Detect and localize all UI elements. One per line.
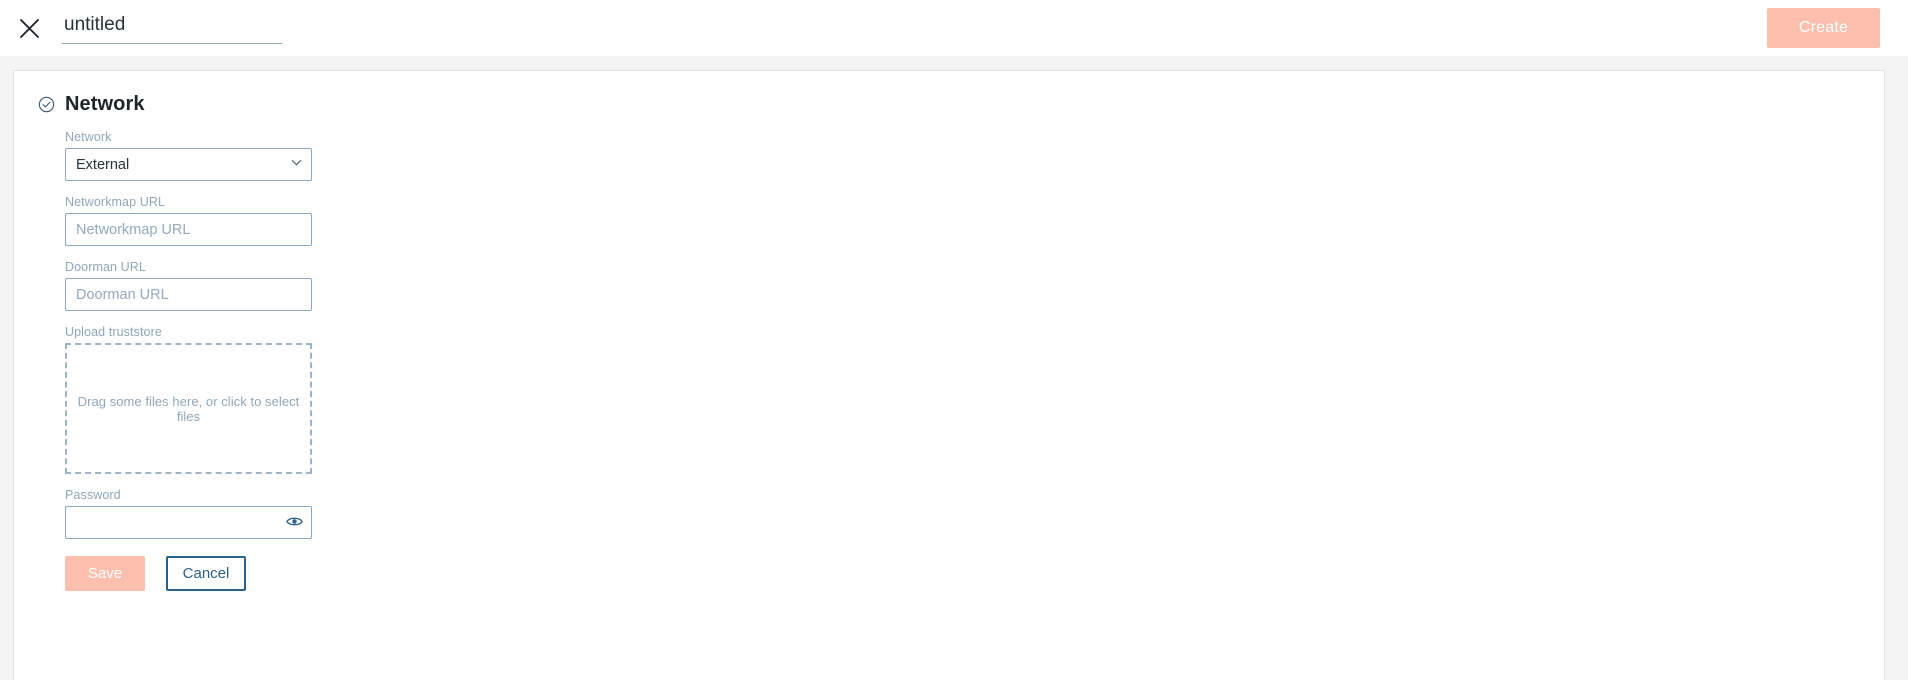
section-header: Network: [38, 93, 1858, 116]
toggle-password-visibility-button[interactable]: [286, 515, 303, 530]
network-form: Network External Networkmap URL Networkm…: [65, 130, 1858, 591]
field-password: Password: [65, 488, 1858, 539]
field-upload-truststore: Upload truststore Drag some files here, …: [65, 325, 1858, 474]
network-select[interactable]: External: [65, 148, 312, 181]
password-label: Password: [65, 488, 121, 502]
network-card: Network Network External Networkmap URL …: [13, 70, 1885, 680]
networkmap-url-label: Networkmap URL: [65, 195, 166, 209]
networkmap-url-input[interactable]: [65, 213, 312, 246]
page-title-input[interactable]: [62, 12, 282, 44]
save-button[interactable]: Save: [65, 556, 145, 591]
doorman-url-label: Doorman URL: [65, 260, 146, 274]
field-network: Network External: [65, 130, 1858, 181]
cancel-button[interactable]: Cancel: [166, 556, 246, 591]
create-button[interactable]: Create: [1767, 8, 1880, 48]
page-title: Network: [65, 93, 145, 115]
upload-truststore-label: Upload truststore: [65, 325, 162, 339]
form-actions: Save Cancel: [65, 556, 1858, 591]
truststore-dropzone[interactable]: Drag some files here, or click to select…: [65, 343, 312, 474]
check-circle-icon: [38, 96, 55, 113]
password-input[interactable]: [65, 506, 312, 539]
network-select-wrapper: External: [65, 148, 312, 181]
doorman-url-input[interactable]: [65, 278, 312, 311]
page-background: Network Network External Networkmap URL …: [0, 56, 1908, 680]
network-label: Network: [65, 130, 112, 144]
field-doorman-url: Doorman URL: [65, 260, 1858, 311]
close-button[interactable]: [14, 13, 44, 43]
password-wrapper: [65, 506, 312, 539]
top-bar: Create: [0, 0, 1908, 56]
field-networkmap-url: Networkmap URL: [65, 195, 1858, 246]
close-icon: [19, 18, 40, 39]
title-field-wrapper: [62, 12, 282, 44]
eye-icon: [286, 515, 303, 530]
dropzone-instruction-text: Drag some files here, or click to select…: [77, 393, 300, 424]
